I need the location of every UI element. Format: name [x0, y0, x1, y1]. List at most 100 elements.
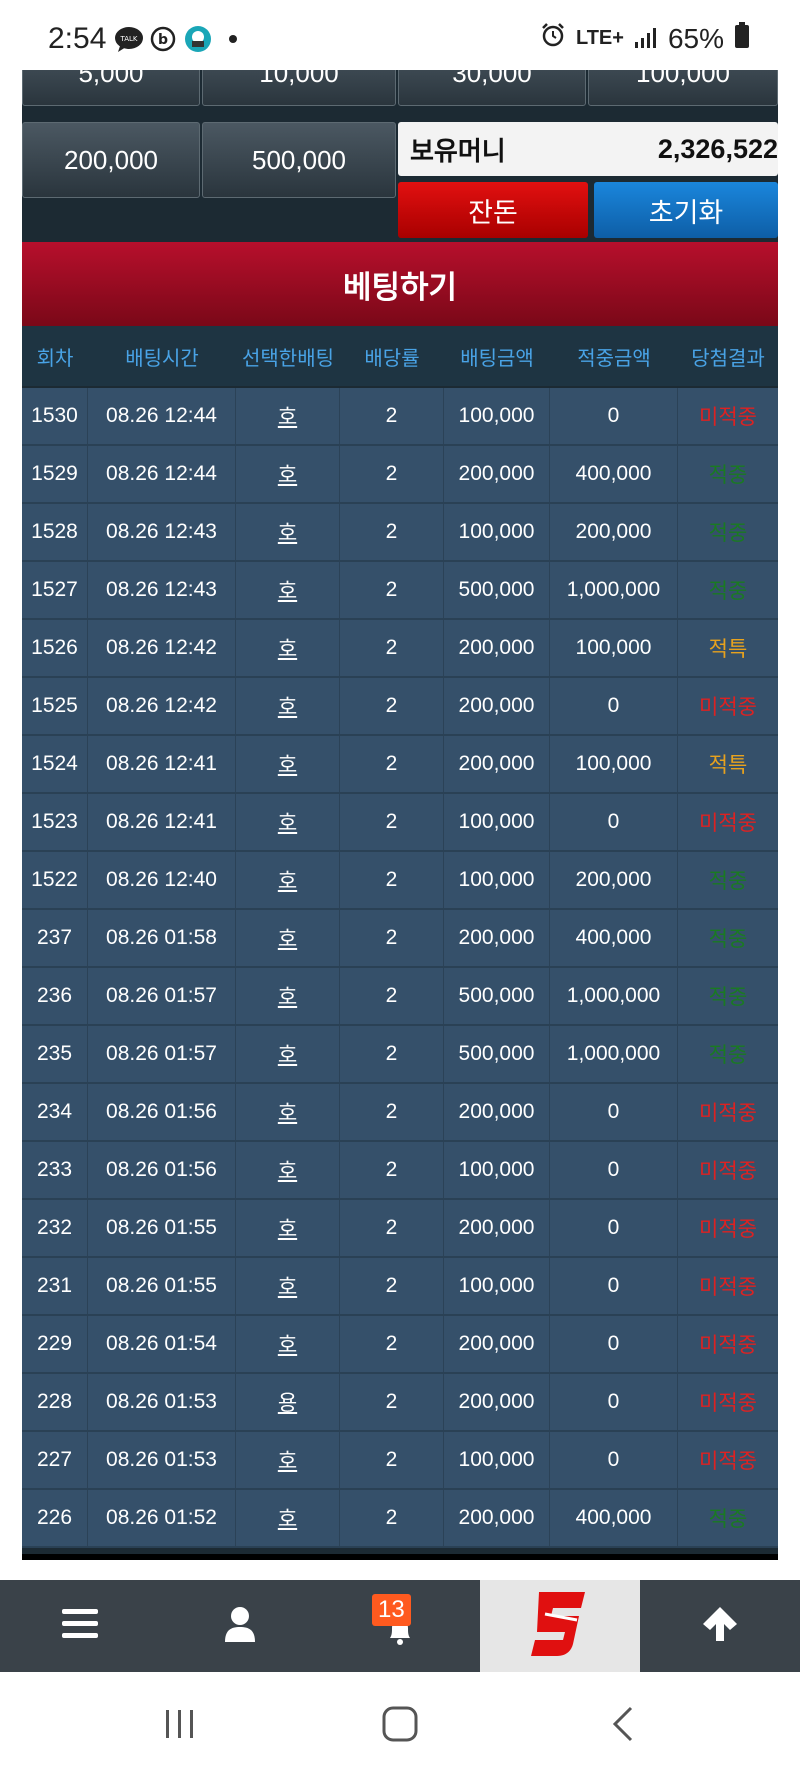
cell-odds-text: 2	[385, 1390, 398, 1413]
cell-round: 229	[22, 1316, 88, 1372]
user-button[interactable]	[160, 1580, 320, 1672]
table-row: 1524 08.26 12:41 호 2 200,000 100,000 적특	[22, 736, 778, 794]
cell-payout: 0	[550, 1316, 678, 1372]
cell-pick: 호	[236, 678, 340, 734]
cell-payout: 200,000	[550, 504, 678, 560]
cell-payout: 0	[550, 1142, 678, 1198]
cell-pick: 호	[236, 1200, 340, 1256]
cell-pick: 호	[236, 388, 340, 444]
status-time: 2:54	[48, 22, 107, 55]
cell-result: 적특	[678, 620, 778, 676]
cell-pick-text: 호	[277, 1508, 298, 1531]
cell-payout: 0	[550, 388, 678, 444]
chip-30000-button[interactable]: 30,000	[398, 70, 586, 106]
cell-round-text: 1525	[31, 694, 78, 717]
cell-payout: 400,000	[550, 910, 678, 966]
cell-round-text: 1527	[31, 578, 78, 601]
cell-round: 233	[22, 1142, 88, 1198]
cell-time-text: 08.26 01:55	[106, 1274, 217, 1297]
notification-button[interactable]: 13	[320, 1580, 480, 1672]
cell-round-text: 235	[36, 1042, 73, 1065]
table-row: 1523 08.26 12:41 호 2 100,000 0 미적중	[22, 794, 778, 852]
cell-round-text: 234	[36, 1100, 73, 1123]
cell-bet-amount: 200,000	[444, 1490, 550, 1546]
change-button[interactable]: 잔돈	[398, 182, 588, 238]
chip-100000-button[interactable]: 100,000	[588, 70, 778, 106]
cell-bet-amount: 200,000	[444, 1084, 550, 1140]
arrow-up-icon	[700, 1604, 740, 1649]
cell-payout: 1,000,000	[550, 1026, 678, 1082]
table-row: 1529 08.26 12:44 호 2 200,000 400,000 적중	[22, 446, 778, 504]
network-type: LTE+	[575, 27, 624, 49]
place-bet-button[interactable]: 베팅하기	[22, 242, 778, 326]
cell-odds-text: 2	[385, 578, 398, 601]
bottom-nav: 13	[0, 1580, 800, 1672]
cell-payout-text: 0	[607, 694, 620, 717]
cell-bet-amount: 200,000	[444, 620, 550, 676]
cell-payout-text: 400,000	[575, 462, 652, 485]
cell-time-text: 08.26 12:44	[106, 462, 217, 485]
cell-bet-amount: 200,000	[444, 1316, 550, 1372]
cell-time: 08.26 01:54	[88, 1316, 236, 1372]
cell-payout-text: 0	[607, 1216, 620, 1239]
cell-result-text: 적중	[708, 464, 748, 487]
table-row: 231 08.26 01:55 호 2 100,000 0 미적중	[22, 1258, 778, 1316]
cell-result: 미적중	[678, 1142, 778, 1198]
cell-round: 1522	[22, 852, 88, 908]
cell-pick: 호	[236, 504, 340, 560]
cell-pick: 호	[236, 1316, 340, 1372]
cell-round: 231	[22, 1258, 88, 1314]
cell-round: 227	[22, 1432, 88, 1488]
cell-result: 적중	[678, 562, 778, 618]
chip-label: 30,000	[452, 70, 532, 88]
cell-odds: 2	[340, 968, 444, 1024]
cell-time: 08.26 12:44	[88, 388, 236, 444]
notification-badge: 13	[372, 1594, 411, 1626]
cell-payout-text: 100,000	[575, 752, 652, 775]
cell-payout: 1,000,000	[550, 968, 678, 1024]
place-bet-label: 베팅하기	[342, 269, 458, 305]
column-header: 적중금액	[577, 347, 651, 370]
screen: 2:54 TALK b LTE+ 65% 5,000 10,000 30,000…	[0, 0, 800, 1778]
chip-500000-button[interactable]: 500,000	[202, 122, 396, 198]
column-header: 배팅금액	[460, 347, 534, 370]
cell-pick-text: 호	[277, 638, 298, 661]
home-button[interactable]	[380, 1702, 420, 1750]
cell-result-text: 미적중	[699, 1160, 757, 1183]
cell-bet-amount: 100,000	[444, 794, 550, 850]
cell-round-text: 227	[36, 1448, 73, 1471]
site-logo-button[interactable]	[480, 1580, 640, 1672]
cell-round: 1524	[22, 736, 88, 792]
recent-apps-button[interactable]	[160, 1702, 200, 1750]
cell-bet-amount: 100,000	[444, 388, 550, 444]
chip-200000-button[interactable]: 200,000	[22, 122, 200, 198]
cell-pick: 호	[236, 794, 340, 850]
cell-round: 226	[22, 1490, 88, 1546]
cell-pick: 호	[236, 446, 340, 502]
cell-pick-text: 호	[277, 464, 298, 487]
back-button[interactable]	[604, 1702, 644, 1750]
chip-10000-button[interactable]: 10,000	[202, 70, 396, 106]
cell-time-text: 08.26 01:56	[106, 1100, 217, 1123]
balance-display: 보유머니 2,326,522	[398, 122, 778, 176]
cell-bet-amount-text: 100,000	[458, 1158, 535, 1181]
reset-button[interactable]: 초기화	[594, 182, 778, 238]
cell-result-text: 적특	[708, 754, 748, 777]
chip-5000-button[interactable]: 5,000	[22, 70, 200, 106]
balance-label: 보유머니	[410, 135, 506, 166]
column-header: 회차	[36, 347, 74, 370]
menu-button[interactable]	[0, 1580, 160, 1672]
cell-result-text: 미적중	[699, 1102, 757, 1125]
cell-pick-text: 호	[277, 1450, 298, 1473]
cell-round: 234	[22, 1084, 88, 1140]
cell-payout: 0	[550, 1084, 678, 1140]
cell-payout: 0	[550, 1258, 678, 1314]
cell-time-text: 08.26 01:55	[106, 1216, 217, 1239]
cell-payout: 100,000	[550, 736, 678, 792]
cell-pick-text: 호	[277, 1276, 298, 1299]
cell-time-text: 08.26 12:41	[106, 752, 217, 775]
cell-result: 미적중	[678, 794, 778, 850]
cell-bet-amount-text: 200,000	[458, 636, 535, 659]
cell-pick-text: 호	[277, 754, 298, 777]
scroll-top-button[interactable]	[640, 1580, 800, 1672]
